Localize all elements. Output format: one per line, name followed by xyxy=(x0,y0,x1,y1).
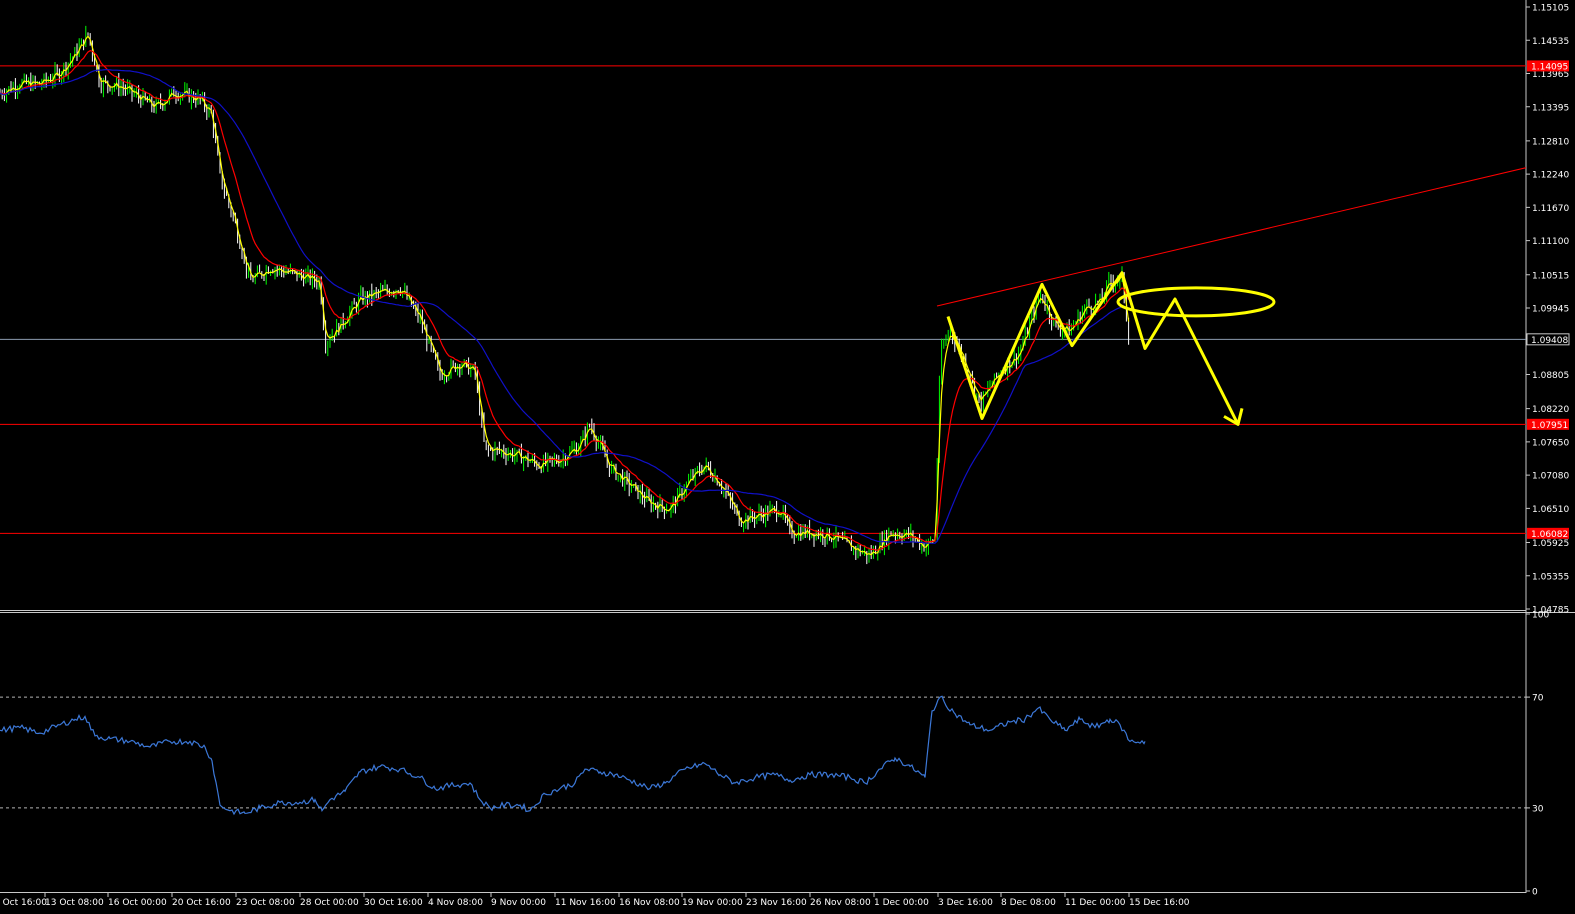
time-tick-label: 11 Dec 00:00 xyxy=(1065,898,1126,908)
price-tick-label: 1.12240 xyxy=(1532,171,1569,181)
price-tick-label: 1.11670 xyxy=(1532,204,1569,214)
time-tick-label: 3 Dec 16:00 xyxy=(938,898,993,908)
level-price-label: 1.07951 xyxy=(1531,421,1568,431)
time-tick-label: 23 Oct 08:00 xyxy=(236,898,295,908)
price-tick-label: 1.12810 xyxy=(1532,137,1569,147)
oscillator-tick-label: 100 xyxy=(1532,611,1549,621)
price-chart-svg: 1.151051.145351.139651.133951.128101.122… xyxy=(0,0,1575,910)
oscillator-tick-label: 30 xyxy=(1532,804,1544,814)
time-tick-label: 16 Nov 08:00 xyxy=(619,898,680,908)
current-price-label: 1.09408 xyxy=(1531,336,1568,346)
chart-background xyxy=(0,0,1575,910)
price-tick-label: 1.15105 xyxy=(1532,4,1569,14)
price-tick-label: 1.07650 xyxy=(1532,438,1569,448)
level-price-label: 1.06082 xyxy=(1531,530,1568,540)
price-tick-label: 1.13395 xyxy=(1532,103,1569,113)
time-tick-label: 30 Oct 16:00 xyxy=(364,898,423,908)
time-tick-label: 13 Oct 08:00 xyxy=(45,898,104,908)
time-tick-label: 4 Nov 08:00 xyxy=(428,898,483,908)
oscillator-tick-label: 0 xyxy=(1532,888,1538,898)
price-tick-label: 1.07080 xyxy=(1532,472,1569,482)
level-price-label: 1.14095 xyxy=(1531,62,1568,72)
time-tick-label: 11 Nov 16:00 xyxy=(555,898,616,908)
time-tick-label: 26 Nov 08:00 xyxy=(810,898,871,908)
trading-chart: 1.15105 1.14535 1.13965 1.13395 1.12810 1.122… xyxy=(0,0,1575,910)
price-tick-label: 1.11100 xyxy=(1532,237,1569,247)
oscillator-tick-label: 70 xyxy=(1532,694,1544,704)
price-tick-label: 1.08220 xyxy=(1532,405,1569,415)
price-tick-label: 1.10515 xyxy=(1532,271,1569,281)
time-tick-label: 19 Nov 00:00 xyxy=(682,898,743,908)
time-tick-label: 9 Oct 16:00 xyxy=(0,898,47,908)
time-tick-label: 23 Nov 16:00 xyxy=(746,898,807,908)
price-tick-label: 1.08805 xyxy=(1532,371,1569,381)
price-tick-label: 1.05355 xyxy=(1532,572,1569,582)
price-tick-label: 1.05925 xyxy=(1532,539,1569,549)
time-tick-label: 16 Oct 00:00 xyxy=(108,898,167,908)
price-tick-label: 1.14535 xyxy=(1532,37,1569,47)
time-tick-label: 9 Nov 00:00 xyxy=(491,898,546,908)
time-tick-label: 8 Dec 08:00 xyxy=(1001,898,1056,908)
price-tick-label: 1.06510 xyxy=(1532,505,1569,515)
time-tick-label: 28 Oct 00:00 xyxy=(300,898,359,908)
time-tick-label: 1 Dec 00:00 xyxy=(874,898,929,908)
price-tick-label: 1.09945 xyxy=(1532,305,1569,315)
time-tick-label: 15 Dec 16:00 xyxy=(1129,898,1190,908)
time-tick-label: 20 Oct 16:00 xyxy=(172,898,231,908)
